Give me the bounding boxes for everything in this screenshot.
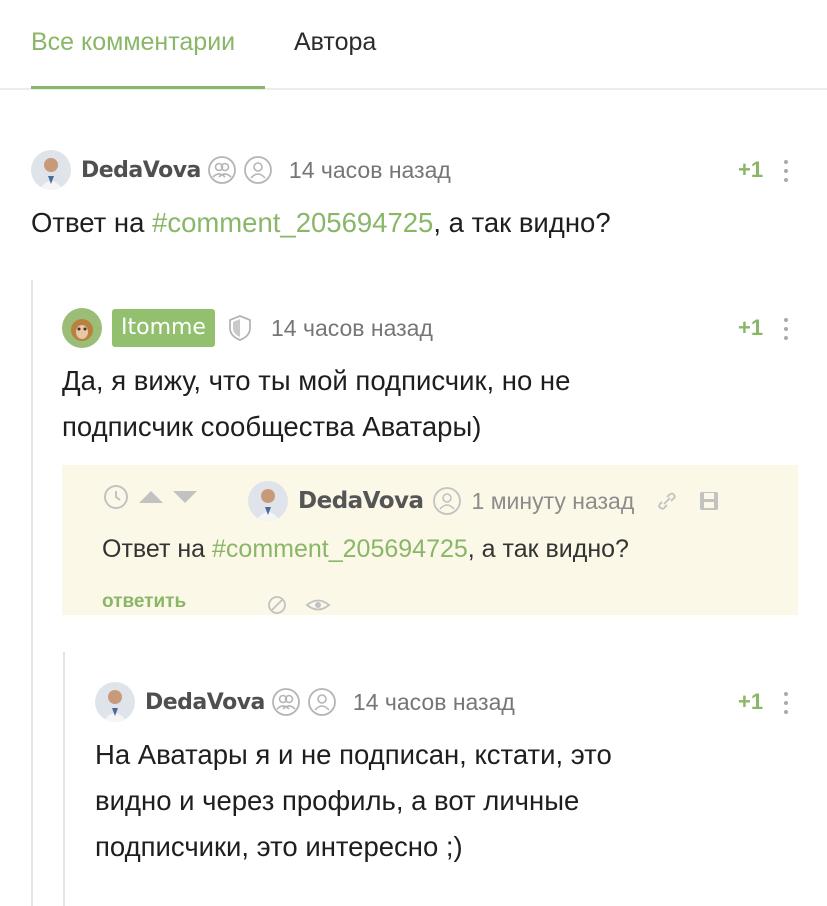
comment-text: На Аватары я и не подписан, кстати, это … <box>95 739 612 862</box>
comment-time[interactable]: 14 часов назад <box>353 689 515 716</box>
comment-header: DedaVova 14 часов назад <box>95 682 515 722</box>
username[interactable]: DedaVova <box>145 690 265 715</box>
avatar[interactable] <box>95 682 135 722</box>
more-icon[interactable] <box>783 692 789 716</box>
rating-button[interactable]: +1 <box>738 689 763 715</box>
users-icon <box>272 688 300 716</box>
user-icon <box>308 688 336 716</box>
comment-3: DedaVova 14 часов назад +1 На Аватары я … <box>0 0 827 906</box>
